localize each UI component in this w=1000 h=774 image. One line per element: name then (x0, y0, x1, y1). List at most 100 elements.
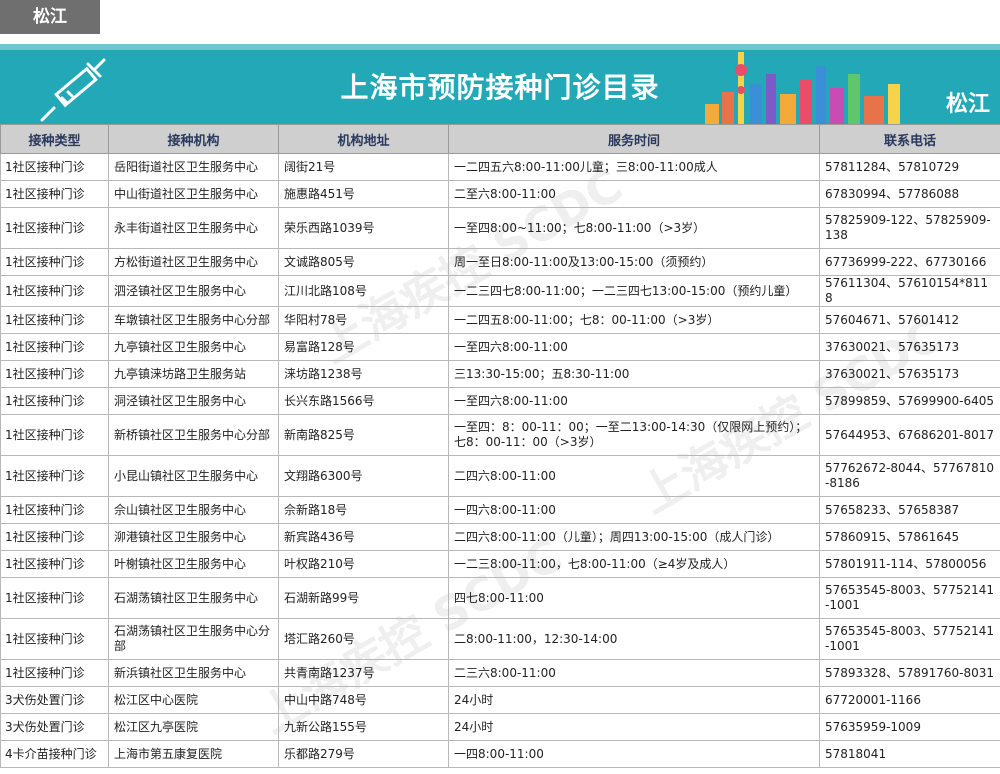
cell-hours: 二8:00-11:00，12:30-14:00 (448, 618, 820, 660)
cell-type: 4卡介苗接种门诊 (0, 740, 109, 768)
table-row: 1社区接种门诊 方松街道社区卫生服务中心 文诚路805号 周一至日8:00-11:00… (0, 248, 1000, 276)
cell-hours: 一二四五8:00-11:00；七8：00-11:00（>3岁） (448, 306, 820, 334)
cell-address: 佘新路18号 (278, 496, 449, 524)
cell-type: 1社区接种门诊 (0, 248, 109, 276)
cell-address: 华阳村78号 (278, 306, 449, 334)
cell-address: 共青南路1237号 (278, 659, 449, 687)
table-row: 1社区接种门诊 石湖荡镇社区卫生服务中心分部 塔汇路260号 二8:00-11:00，… (0, 618, 1000, 660)
table-row: 1社区接种门诊 车墩镇社区卫生服务中心分部 华阳村78号 一二四五8:00-11:00… (0, 306, 1000, 334)
cell-institution: 佘山镇社区卫生服务中心 (108, 496, 279, 524)
cell-hours: 一至四六8:00-11:00 (448, 333, 820, 361)
cell-type: 1社区接种门诊 (0, 523, 109, 551)
cell-hours: 一二三8:00-11:00，七8:00-11:00（≥4岁及成人） (448, 550, 820, 578)
cell-institution: 新浜镇社区卫生服务中心 (108, 659, 279, 687)
col-header-phone: 联系电话 (819, 124, 1000, 154)
cell-type: 1社区接种门诊 (0, 306, 109, 334)
cell-address: 乐都路279号 (278, 740, 449, 768)
cell-phone: 57762672-8044、57767810-8186 (819, 455, 1000, 497)
table-row: 1社区接种门诊 新桥镇社区卫生服务中心分部 新南路825号 一至四：8：00-11：0… (0, 414, 1000, 456)
cell-institution: 洞泾镇社区卫生服务中心 (108, 387, 279, 415)
cell-type: 1社区接种门诊 (0, 550, 109, 578)
cell-hours: 24小时 (448, 713, 820, 741)
table-row: 1社区接种门诊 小昆山镇社区卫生服务中心 文翔路6300号 二四六8:00-11:00… (0, 455, 1000, 497)
cell-address: 石湖新路99号 (278, 577, 449, 619)
clinic-table: 接种类型 接种机构 机构地址 服务时间 联系电话 1社区接种门诊 岳阳街道社区卫生… (0, 124, 1000, 768)
cell-address: 九新公路155号 (278, 713, 449, 741)
cell-institution: 九亭镇涞坊路卫生服务站 (108, 360, 279, 388)
cell-institution: 方松街道社区卫生服务中心 (108, 248, 279, 276)
table-row: 1社区接种门诊 永丰街道社区卫生服务中心 荣乐西路1039号 一至四8:00~11:0… (0, 207, 1000, 249)
table-row: 1社区接种门诊 佘山镇社区卫生服务中心 佘新路18号 一四六8:00-11:00 576… (0, 496, 1000, 524)
table-row: 3犬伤处置门诊 松江区中心医院 中山中路748号 24小时 67720001-1166 (0, 686, 1000, 714)
cell-type: 1社区接种门诊 (0, 360, 109, 388)
cell-phone: 57653545-8003、57752141-1001 (819, 618, 1000, 660)
cell-hours: 一至四：8：00-11：00；一至二13:00-14:30（仅限网上预约）；七8… (448, 414, 820, 456)
table-header-row: 接种类型 接种机构 机构地址 服务时间 联系电话 (0, 124, 1000, 154)
cell-hours: 一至四六8:00-11:00 (448, 387, 820, 415)
cell-address: 施惠路451号 (278, 180, 449, 208)
skyline-illustration (705, 52, 900, 124)
cell-address: 新南路825号 (278, 414, 449, 456)
cell-hours: 一至四8:00~11:00；七8:00-11:00（>3岁） (448, 207, 820, 249)
table-row: 1社区接种门诊 九亭镇社区卫生服务中心 易富路128号 一至四六8:00-11:00 3… (0, 333, 1000, 361)
table-row: 1社区接种门诊 叶榭镇社区卫生服务中心 叶权路210号 一二三8:00-11:00，七… (0, 550, 1000, 578)
cell-type: 1社区接种门诊 (0, 387, 109, 415)
cell-phone: 57825909-122、57825909-138 (819, 207, 1000, 249)
banner-district: 松江 (945, 92, 990, 117)
cell-type: 1社区接种门诊 (0, 414, 109, 456)
cell-hours: 二四六8:00-11:00（儿童）；周四13:00-15:00（成人门诊） (448, 523, 820, 551)
col-header-type: 接种类型 (0, 124, 109, 154)
table-body: 1社区接种门诊 岳阳街道社区卫生服务中心 阔街21号 一二四五六8:00-11:00儿… (0, 153, 1000, 768)
table-row: 1社区接种门诊 泗泾镇社区卫生服务中心 江川北路108号 一二三四七8:00-11:0… (0, 275, 1000, 307)
cell-hours: 二四六8:00-11:00 (448, 455, 820, 497)
cell-institution: 小昆山镇社区卫生服务中心 (108, 455, 279, 497)
cell-phone: 57818041 (819, 740, 1000, 768)
cell-type: 1社区接种门诊 (0, 153, 109, 181)
cell-address: 文翔路6300号 (278, 455, 449, 497)
cell-phone: 37630021、57635173 (819, 333, 1000, 361)
cell-hours: 二三六8:00-11:00 (448, 659, 820, 687)
cell-type: 1社区接种门诊 (0, 659, 109, 687)
cell-type: 1社区接种门诊 (0, 207, 109, 249)
cell-phone: 67736999-222、67730166 (819, 248, 1000, 276)
cell-institution: 新桥镇社区卫生服务中心分部 (108, 414, 279, 456)
cell-type: 3犬伤处置门诊 (0, 713, 109, 741)
table-row: 1社区接种门诊 岳阳街道社区卫生服务中心 阔街21号 一二四五六8:00-11:00儿… (0, 153, 1000, 181)
cell-address: 易富路128号 (278, 333, 449, 361)
col-header-hours: 服务时间 (448, 124, 820, 154)
page-title: 上海市预防接种门诊目录 (340, 71, 660, 104)
cell-hours: 一四六8:00-11:00 (448, 496, 820, 524)
cell-phone: 67720001-1166 (819, 686, 1000, 714)
cell-institution: 石湖荡镇社区卫生服务中心分部 (108, 618, 279, 660)
cell-address: 长兴东路1566号 (278, 387, 449, 415)
cell-institution: 上海市第五康复医院 (108, 740, 279, 768)
cell-type: 1社区接种门诊 (0, 455, 109, 497)
cell-institution: 松江区中心医院 (108, 686, 279, 714)
cell-phone: 57644953、67686201-8017 (819, 414, 1000, 456)
cell-phone: 57811284、57810729 (819, 153, 1000, 181)
cell-type: 1社区接种门诊 (0, 496, 109, 524)
cell-type: 3犬伤处置门诊 (0, 686, 109, 714)
cell-institution: 车墩镇社区卫生服务中心分部 (108, 306, 279, 334)
cell-address: 文诚路805号 (278, 248, 449, 276)
cell-phone: 57635959-1009 (819, 713, 1000, 741)
col-header-address: 机构地址 (278, 124, 449, 154)
cell-address: 叶权路210号 (278, 550, 449, 578)
table-row: 1社区接种门诊 中山街道社区卫生服务中心 施惠路451号 二至六8:00-11:00 6… (0, 180, 1000, 208)
cell-hours: 周一至日8:00-11:00及13:00-15:00（须预约） (448, 248, 820, 276)
cell-institution: 九亭镇社区卫生服务中心 (108, 333, 279, 361)
cell-hours: 一二四五六8:00-11:00儿童；三8:00-11:00成人 (448, 153, 820, 181)
cell-address: 中山中路748号 (278, 686, 449, 714)
cell-phone: 67830994、57786088 (819, 180, 1000, 208)
table-row: 1社区接种门诊 泖港镇社区卫生服务中心 新宾路436号 二四六8:00-11:00（儿… (0, 523, 1000, 551)
col-header-institution: 接种机构 (108, 124, 279, 154)
table-row: 1社区接种门诊 洞泾镇社区卫生服务中心 长兴东路1566号 一至四六8:00-11:0… (0, 387, 1000, 415)
cell-phone: 57899859、57699900-6405 (819, 387, 1000, 415)
cell-institution: 泖港镇社区卫生服务中心 (108, 523, 279, 551)
cell-phone: 57860915、57861645 (819, 523, 1000, 551)
syringe-icon (40, 58, 106, 122)
cell-institution: 泗泾镇社区卫生服务中心 (108, 275, 279, 307)
cell-phone: 57801911-114、57800056 (819, 550, 1000, 578)
cell-hours: 三13:30-15:00；五8:30-11:00 (448, 360, 820, 388)
cell-hours: 一四8:00-11:00 (448, 740, 820, 768)
